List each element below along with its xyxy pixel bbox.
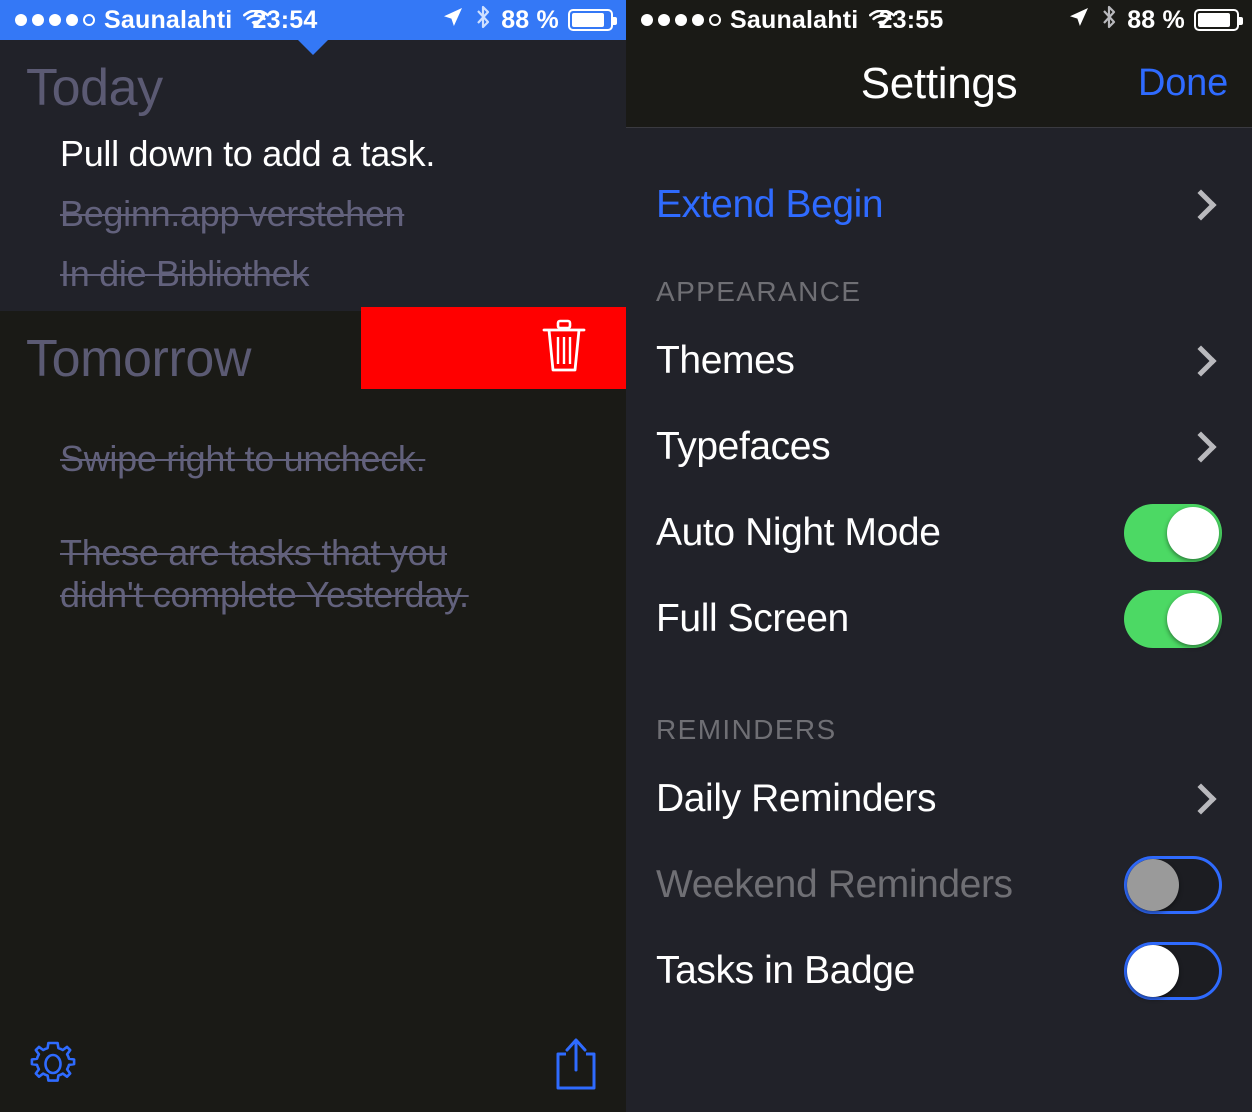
chevron-right-icon bbox=[1185, 783, 1217, 815]
status-bar-right-group: 88 % bbox=[1067, 4, 1252, 37]
toggle-full-screen[interactable] bbox=[1124, 590, 1222, 648]
popover-notch bbox=[298, 40, 328, 55]
task-label: These are tasks that you didn't complete… bbox=[60, 532, 469, 615]
settings-row-tasks-in-badge[interactable]: Tasks in Badge bbox=[626, 928, 1252, 1014]
location-arrow-icon bbox=[1067, 5, 1091, 36]
settings-row-label: Extend Begin bbox=[656, 183, 884, 226]
bluetooth-icon bbox=[474, 4, 492, 37]
battery-icon bbox=[568, 9, 617, 31]
navigation-bar: Settings Done bbox=[626, 40, 1252, 128]
wifi-icon bbox=[869, 10, 896, 30]
task-row[interactable]: In die Bibliothek bbox=[0, 244, 626, 304]
settings-row-label: Auto Night Mode bbox=[656, 511, 941, 554]
battery-percent-label: 88 % bbox=[501, 5, 559, 34]
chevron-right-icon bbox=[1185, 431, 1217, 463]
task-label: Pull down to add a task. bbox=[60, 133, 436, 174]
settings-row-label: Daily Reminders bbox=[656, 777, 937, 820]
status-bar-right-group: 88 % bbox=[441, 4, 626, 37]
settings-list: Extend Begin APPEARANCE Themes Typefaces… bbox=[626, 128, 1252, 1014]
settings-row-extend-begin[interactable]: Extend Begin bbox=[626, 162, 1252, 248]
task-row[interactable]: Swipe right to uncheck. bbox=[0, 429, 626, 489]
battery-percent-label: 88 % bbox=[1127, 5, 1185, 34]
status-bar-left: Saunalahti 23:54 88 % bbox=[0, 0, 626, 40]
battery-icon bbox=[1194, 9, 1243, 31]
wifi-icon bbox=[243, 10, 270, 30]
toggle-auto-night-mode[interactable] bbox=[1124, 504, 1222, 562]
dual-screenshot-composite: Saunalahti 23:54 88 % Today Pull down to… bbox=[0, 0, 1252, 1112]
settings-row-themes[interactable]: Themes bbox=[626, 318, 1252, 404]
settings-row-label: Full Screen bbox=[656, 597, 849, 640]
signal-strength-dots bbox=[641, 14, 721, 26]
section-header-reminders: REMINDERS bbox=[656, 714, 837, 745]
settings-row-typefaces[interactable]: Typefaces bbox=[626, 404, 1252, 490]
task-row[interactable]: Beginn.app verstehen bbox=[0, 184, 626, 244]
bluetooth-icon bbox=[1100, 4, 1118, 37]
task-label: Swipe right to uncheck. bbox=[60, 438, 426, 480]
task-list-screen: Saunalahti 23:54 88 % Today Pull down to… bbox=[0, 0, 626, 1112]
task-row[interactable]: Pull down to add a task. bbox=[0, 124, 626, 184]
status-bar-right: Saunalahti 23:55 88 % bbox=[626, 0, 1252, 40]
section-header-appearance: APPEARANCE bbox=[656, 276, 862, 307]
settings-row-daily-reminders[interactable]: Daily Reminders bbox=[626, 756, 1252, 842]
settings-row-full-screen[interactable]: Full Screen bbox=[626, 576, 1252, 662]
signal-strength-dots bbox=[15, 14, 95, 26]
settings-row-label: Tasks in Badge bbox=[656, 949, 915, 992]
page-title: Settings bbox=[860, 58, 1018, 108]
toggle-tasks-in-badge[interactable] bbox=[1124, 942, 1222, 1000]
task-label: In die Bibliothek bbox=[60, 252, 310, 294]
done-button[interactable]: Done bbox=[1138, 62, 1228, 105]
settings-row-auto-night-mode[interactable]: Auto Night Mode bbox=[626, 490, 1252, 576]
swipe-delete-button[interactable] bbox=[361, 307, 626, 389]
carrier-label: Saunalahti bbox=[730, 5, 859, 34]
carrier-label: Saunalahti bbox=[104, 5, 233, 34]
section-today: Today Pull down to add a task. Beginn.ap… bbox=[0, 40, 626, 312]
settings-screen: Saunalahti 23:55 88 % Settings Done Exte… bbox=[626, 0, 1252, 1112]
toggle-weekend-reminders[interactable] bbox=[1124, 856, 1222, 914]
settings-row-label: Themes bbox=[656, 339, 795, 382]
trash-icon bbox=[540, 318, 588, 379]
bottom-toolbar bbox=[0, 1020, 626, 1112]
settings-row-weekend-reminders[interactable]: Weekend Reminders bbox=[626, 842, 1252, 928]
share-icon[interactable] bbox=[552, 1036, 600, 1097]
settings-row-label: Weekend Reminders bbox=[656, 863, 1013, 906]
gear-icon[interactable] bbox=[26, 1037, 80, 1096]
task-row[interactable]: These are tasks that you didn't complete… bbox=[0, 523, 626, 625]
chevron-right-icon bbox=[1185, 189, 1217, 221]
chevron-right-icon bbox=[1185, 345, 1217, 377]
location-arrow-icon bbox=[441, 5, 465, 36]
settings-row-label: Typefaces bbox=[656, 425, 831, 468]
task-label: Beginn.app verstehen bbox=[60, 192, 405, 234]
status-bar-left-group: Saunalahti bbox=[626, 5, 896, 35]
status-bar-left-group: Saunalahti bbox=[0, 5, 270, 35]
